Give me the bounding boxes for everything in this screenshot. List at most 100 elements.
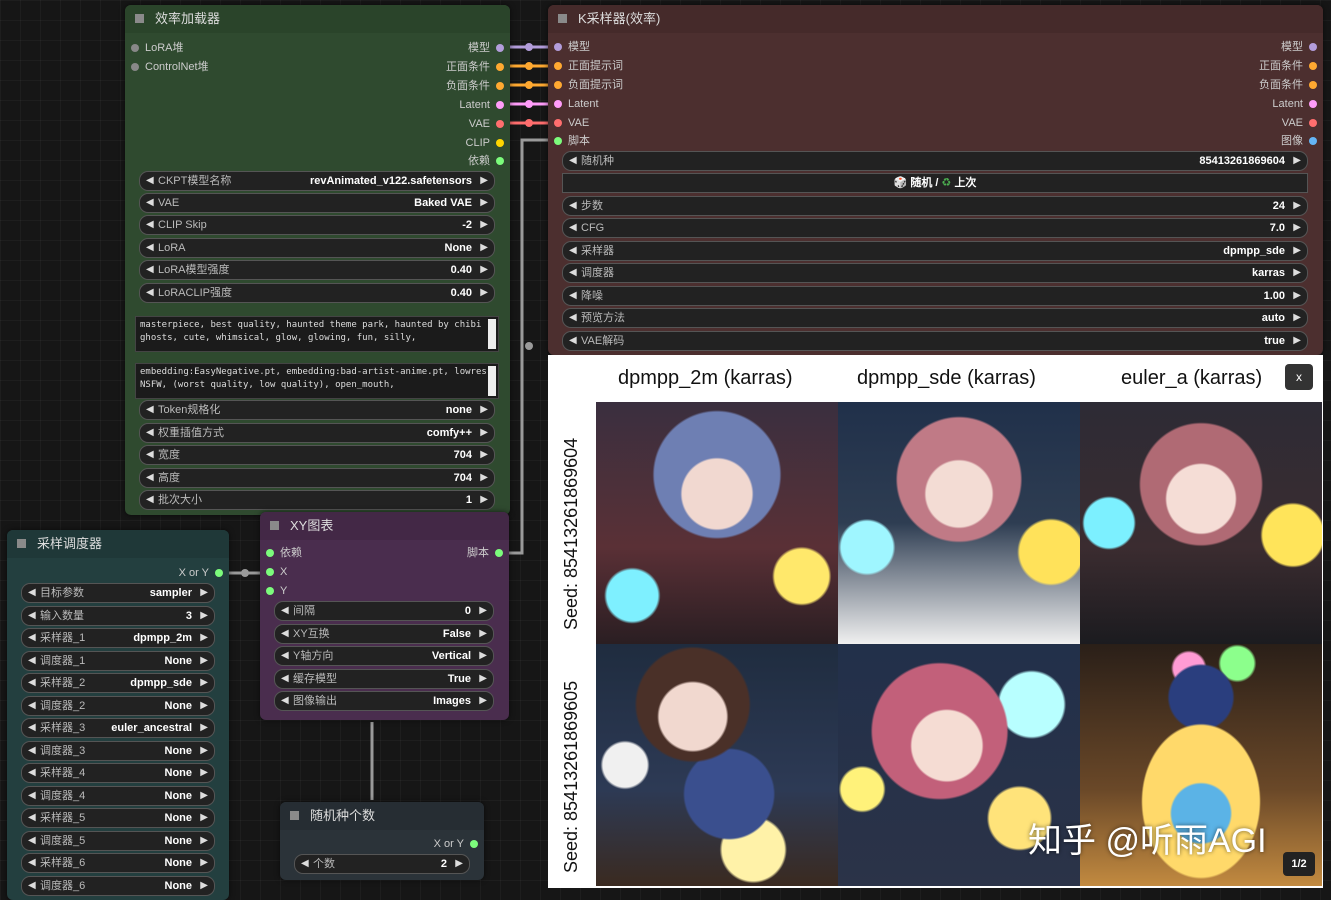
input-latent[interactable]: Latent bbox=[554, 95, 599, 113]
input-pin-icon[interactable] bbox=[554, 43, 562, 51]
widget-scheduler[interactable]: ◀ 调度器 karras ▶ bbox=[562, 263, 1308, 283]
arrow-left-icon[interactable]: ◀ bbox=[569, 197, 577, 215]
arrow-right-icon[interactable]: ▶ bbox=[1293, 197, 1301, 215]
arrow-right-icon[interactable]: ▶ bbox=[479, 625, 487, 643]
arrow-left-icon[interactable]: ◀ bbox=[28, 764, 36, 782]
input-pin-icon[interactable] bbox=[266, 549, 274, 557]
arrow-right-icon[interactable]: ▶ bbox=[1293, 264, 1301, 282]
arrow-left-icon[interactable]: ◀ bbox=[28, 652, 36, 670]
arrow-left-icon[interactable]: ◀ bbox=[28, 674, 36, 692]
arrow-left-icon[interactable]: ◀ bbox=[28, 854, 36, 872]
widget-sampler-2[interactable]: ◀ 采样器_2 dpmpp_sde ▶ bbox=[21, 673, 215, 693]
input-pin-icon[interactable] bbox=[266, 568, 274, 576]
arrow-right-icon[interactable]: ▶ bbox=[200, 674, 208, 692]
image-cell[interactable] bbox=[596, 644, 838, 886]
output-latent[interactable]: Latent bbox=[459, 96, 504, 114]
widget-vae[interactable]: ◀ VAE Baked VAE ▶ bbox=[139, 193, 495, 213]
arrow-left-icon[interactable]: ◀ bbox=[146, 239, 154, 257]
arrow-right-icon[interactable]: ▶ bbox=[480, 261, 488, 279]
widget-height[interactable]: ◀ 高度 704 ▶ bbox=[139, 468, 495, 488]
output-latent[interactable]: Latent bbox=[1272, 95, 1317, 113]
image-cell[interactable] bbox=[838, 402, 1080, 644]
output-clip[interactable]: CLIP bbox=[466, 134, 504, 152]
output-x-or-y[interactable]: X or Y bbox=[434, 835, 478, 853]
widget-lora-model-strength[interactable]: ◀ LoRA模型强度 0.40 ▶ bbox=[139, 260, 495, 280]
arrow-right-icon[interactable]: ▶ bbox=[200, 832, 208, 850]
collapse-icon[interactable] bbox=[17, 539, 26, 548]
arrow-left-icon[interactable]: ◀ bbox=[301, 855, 309, 873]
image-cell[interactable] bbox=[596, 402, 838, 644]
positive-prompt-textarea[interactable]: masterpiece, best quality, haunted theme… bbox=[135, 316, 499, 352]
output-pin-icon[interactable] bbox=[496, 63, 504, 71]
output-model[interactable]: 模型 bbox=[468, 39, 504, 57]
widget-sampler-1[interactable]: ◀ 采样器_1 dpmpp_2m ▶ bbox=[21, 628, 215, 648]
widget-input-count[interactable]: ◀ 输入数量 3 ▶ bbox=[21, 606, 215, 626]
widget-preview-method[interactable]: ◀ 预览方法 auto ▶ bbox=[562, 308, 1308, 328]
sampler-scheduler-node[interactable]: 采样调度器 X or Y ◀ 目标参数 sampler ▶ ◀ 输入数量 3 ▶ ◀ 采样器_… bbox=[7, 530, 229, 900]
input-pin-icon[interactable] bbox=[131, 44, 139, 52]
widget-target-param[interactable]: ◀ 目标参数 sampler ▶ bbox=[21, 583, 215, 603]
widget-ckpt-name[interactable]: ◀ CKPT模型名称 revAnimated_v122.safetensors ▶ bbox=[139, 171, 495, 191]
output-pin-icon[interactable] bbox=[470, 840, 478, 848]
arrow-right-icon[interactable]: ▶ bbox=[200, 697, 208, 715]
arrow-right-icon[interactable]: ▶ bbox=[479, 692, 487, 710]
arrow-left-icon[interactable]: ◀ bbox=[569, 264, 577, 282]
input-pin-icon[interactable] bbox=[554, 62, 562, 70]
arrow-left-icon[interactable]: ◀ bbox=[281, 625, 289, 643]
output-pin-icon[interactable] bbox=[495, 549, 503, 557]
arrow-left-icon[interactable]: ◀ bbox=[281, 670, 289, 688]
seed-count-node[interactable]: 随机种个数 X or Y ◀ 个数 2 ▶ bbox=[280, 802, 484, 880]
widget-width[interactable]: ◀ 宽度 704 ▶ bbox=[139, 445, 495, 465]
arrow-left-icon[interactable]: ◀ bbox=[146, 216, 154, 234]
output-pin-icon[interactable] bbox=[496, 101, 504, 109]
widget-lora[interactable]: ◀ LoRA None ▶ bbox=[139, 238, 495, 258]
arrow-right-icon[interactable]: ▶ bbox=[200, 719, 208, 737]
arrow-right-icon[interactable]: ▶ bbox=[1293, 242, 1301, 260]
node-title-bar[interactable]: XY图表 bbox=[260, 512, 509, 540]
output-dependencies[interactable]: 依赖 bbox=[468, 152, 504, 170]
output-pin-icon[interactable] bbox=[1309, 81, 1317, 89]
input-pin-icon[interactable] bbox=[554, 137, 562, 145]
widget-scheduler-1[interactable]: ◀ 调度器_1 None ▶ bbox=[21, 651, 215, 671]
ksampler-efficient-node[interactable]: K采样器(效率) 模型 正面提示词 负面提示词 Latent VAE 脚本 模型… bbox=[548, 5, 1323, 355]
widget-sampler-5[interactable]: ◀ 采样器_5 None ▶ bbox=[21, 808, 215, 828]
arrow-left-icon[interactable]: ◀ bbox=[146, 284, 154, 302]
xy-plot-preview-image[interactable]: dpmpp_2m (karras) dpmpp_sde (karras) eul… bbox=[548, 355, 1323, 888]
input-pin-icon[interactable] bbox=[554, 100, 562, 108]
seed-randomize-button[interactable]: 🎲 随机 / ♻ 上次 bbox=[562, 173, 1308, 193]
widget-lora-clip-strength[interactable]: ◀ LoRACLIP强度 0.40 ▶ bbox=[139, 283, 495, 303]
image-cell[interactable] bbox=[1080, 402, 1322, 644]
output-x-or-y[interactable]: X or Y bbox=[179, 564, 223, 582]
output-pin-icon[interactable] bbox=[1309, 43, 1317, 51]
input-positive[interactable]: 正面提示词 bbox=[554, 57, 623, 75]
arrow-right-icon[interactable]: ▶ bbox=[200, 742, 208, 760]
widget-denoise[interactable]: ◀ 降噪 1.00 ▶ bbox=[562, 286, 1308, 306]
scrollbar[interactable] bbox=[488, 366, 496, 396]
collapse-icon[interactable] bbox=[135, 14, 144, 23]
arrow-right-icon[interactable]: ▶ bbox=[1293, 287, 1301, 305]
arrow-right-icon[interactable]: ▶ bbox=[200, 607, 208, 625]
arrow-right-icon[interactable]: ▶ bbox=[200, 764, 208, 782]
output-pin-icon[interactable] bbox=[496, 44, 504, 52]
arrow-left-icon[interactable]: ◀ bbox=[146, 491, 154, 509]
arrow-right-icon[interactable]: ▶ bbox=[480, 446, 488, 464]
arrow-right-icon[interactable]: ▶ bbox=[200, 809, 208, 827]
output-image[interactable]: 图像 bbox=[1281, 132, 1317, 150]
arrow-right-icon[interactable]: ▶ bbox=[480, 284, 488, 302]
arrow-left-icon[interactable]: ◀ bbox=[569, 242, 577, 260]
arrow-right-icon[interactable]: ▶ bbox=[200, 652, 208, 670]
output-positive[interactable]: 正面条件 bbox=[446, 58, 504, 76]
widget-xy-flip[interactable]: ◀ XY互换 False ▶ bbox=[274, 624, 494, 644]
widget-clip-skip[interactable]: ◀ CLIP Skip -2 ▶ bbox=[139, 215, 495, 235]
widget-sampler[interactable]: ◀ 采样器 dpmpp_sde ▶ bbox=[562, 241, 1308, 261]
output-pin-icon[interactable] bbox=[1309, 62, 1317, 70]
arrow-left-icon[interactable]: ◀ bbox=[146, 469, 154, 487]
arrow-right-icon[interactable]: ▶ bbox=[1293, 152, 1301, 170]
output-vae[interactable]: VAE bbox=[469, 115, 504, 133]
output-positive[interactable]: 正面条件 bbox=[1259, 57, 1317, 75]
arrow-left-icon[interactable]: ◀ bbox=[281, 647, 289, 665]
widget-scheduler-3[interactable]: ◀ 调度器_3 None ▶ bbox=[21, 741, 215, 761]
efficiency-loader-node[interactable]: 效率加载器 LoRA堆 ControlNet堆 模型 正面条件 负面条件 Lat… bbox=[125, 5, 510, 515]
widget-batch-size[interactable]: ◀ 批次大小 1 ▶ bbox=[139, 490, 495, 510]
collapse-icon[interactable] bbox=[270, 521, 279, 530]
